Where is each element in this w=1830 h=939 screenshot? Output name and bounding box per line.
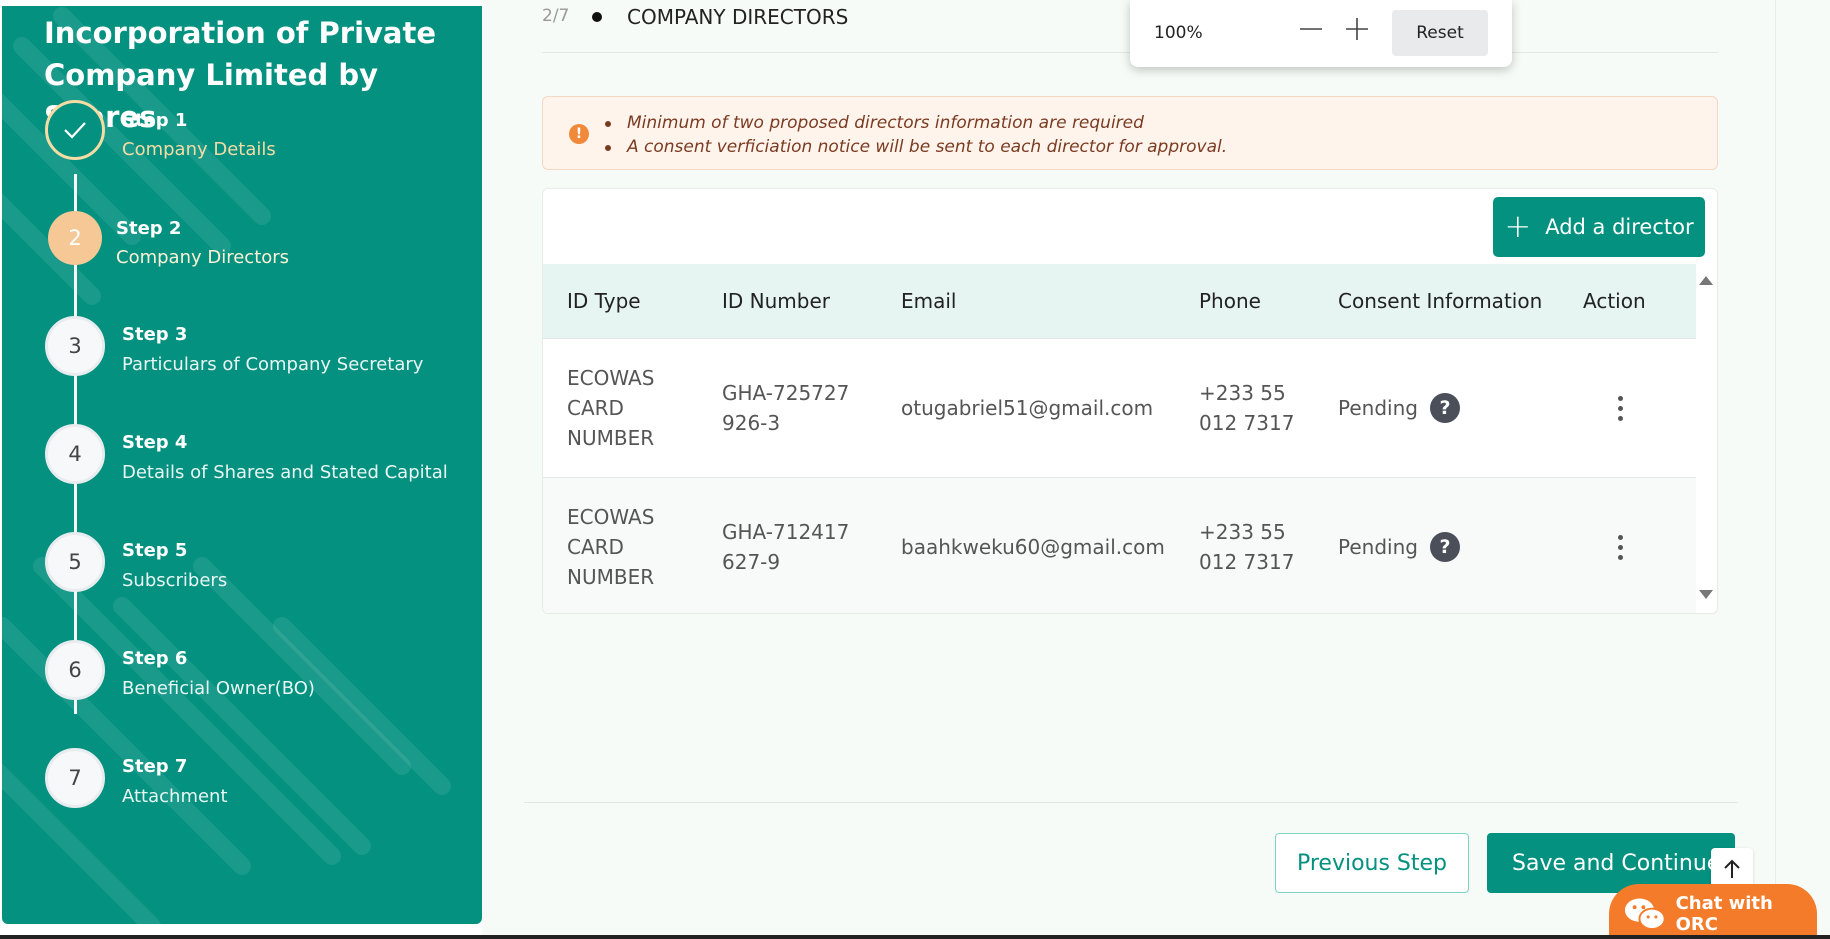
- directors-table: ID Type ID Number Email Phone Consent In…: [543, 264, 1696, 613]
- bullet-icon: [592, 12, 602, 22]
- step-name: Company Directors: [116, 247, 290, 268]
- step-5[interactable]: 5 Step 5 Subscribers: [2, 532, 482, 602]
- add-director-button[interactable]: + Add a director: [1493, 197, 1705, 257]
- column-header-email: Email: [901, 289, 957, 313]
- step-4[interactable]: 4 Step 4 Details of Shares and Stated Ca…: [2, 424, 482, 494]
- step-name: Beneficial Owner(BO): [122, 678, 315, 699]
- notice-list: Minimum of two proposed directors inform…: [604, 111, 1228, 159]
- step-label: Step 1: [122, 110, 188, 131]
- step-progress: 2/7: [542, 6, 570, 26]
- more-vertical-icon[interactable]: [1605, 395, 1635, 421]
- id-type-cell: ECOWAS CARD NUMBER: [567, 505, 655, 589]
- consent-cell: Pending ?: [1338, 393, 1583, 423]
- chat-label: Chat with ORC: [1675, 893, 1773, 935]
- arrow-up-icon: [1724, 859, 1740, 878]
- step-6[interactable]: 6 Step 6 Beneficial Owner(BO): [2, 640, 482, 710]
- step-number-indicator: 4: [45, 424, 105, 484]
- column-header-id-type: ID Type: [567, 289, 641, 313]
- previous-step-button[interactable]: Previous Step: [1275, 833, 1469, 893]
- step-label: Step 6: [122, 648, 188, 669]
- main-content: 2/7 COMPANY DIRECTORS ! Minimum of two p…: [482, 0, 1776, 939]
- id-type-cell: ECOWAS CARD NUMBER: [567, 366, 655, 450]
- page-gutter: [1776, 0, 1830, 939]
- step-label: Step 7: [122, 756, 188, 777]
- divider: [524, 802, 1738, 803]
- step-name: Attachment: [122, 786, 228, 807]
- table-row: ECOWAS CARD NUMBER GHA-725727926-3 otuga…: [543, 338, 1696, 477]
- action-cell: [1583, 534, 1683, 560]
- section-title: COMPANY DIRECTORS: [627, 5, 849, 29]
- notice-item: A consent verficiation notice will be se…: [604, 137, 1228, 157]
- step-label: Step 5: [122, 540, 188, 561]
- action-cell: [1583, 395, 1683, 421]
- step-name: Company Details: [122, 139, 276, 160]
- zoom-popup: 100% Reset: [1130, 0, 1512, 67]
- table-row: ECOWAS CARD NUMBER GHA-712417627-9 baahk…: [543, 477, 1696, 613]
- notice-item: Minimum of two proposed directors inform…: [604, 111, 1227, 135]
- step-7[interactable]: 7 Step 7 Attachment: [2, 748, 482, 818]
- table-header: ID Type ID Number Email Phone Consent In…: [543, 264, 1696, 338]
- step-number-indicator: 2: [48, 211, 102, 265]
- step-number-indicator: 3: [45, 316, 105, 376]
- wechat-icon: [1624, 898, 1666, 930]
- consent-status: Pending: [1338, 396, 1418, 420]
- step-number-indicator: 7: [45, 748, 105, 808]
- exclamation-icon: !: [569, 124, 589, 144]
- step-name: Subscribers: [122, 570, 228, 591]
- phone-cell: +233 55 012 7317: [1199, 381, 1295, 435]
- email-cell: baahkweku60@gmail.com: [901, 535, 1165, 559]
- step-1[interactable]: Step 1 Company Details: [2, 100, 482, 170]
- id-number-cell: GHA-725727926-3: [722, 381, 850, 435]
- consent-cell: Pending ?: [1338, 532, 1583, 562]
- step-label: Step 3: [122, 324, 188, 345]
- more-vertical-icon[interactable]: [1605, 534, 1635, 560]
- checkmark-icon: [64, 122, 86, 139]
- step-2[interactable]: 2 Step 2 Company Directors: [2, 208, 482, 278]
- step-name: Particulars of Company Secretary: [122, 354, 424, 375]
- id-number-cell: GHA-712417627-9: [722, 520, 850, 574]
- stepper: Step 1 Company Details 2 Step 2 Company …: [2, 6, 482, 924]
- step-3[interactable]: 3 Step 3 Particulars of Company Secretar…: [2, 316, 482, 386]
- minus-icon: [1300, 28, 1322, 30]
- stepper-sidebar: Incorporation of Private Company Limited…: [2, 6, 482, 924]
- email-cell: otugabriel51@gmail.com: [901, 396, 1154, 420]
- column-header-id-number: ID Number: [722, 289, 830, 313]
- zoom-reset-button[interactable]: Reset: [1392, 10, 1488, 56]
- step-number-indicator: 5: [45, 532, 105, 592]
- window-bottom-edge: [0, 935, 1830, 939]
- chat-widget-button[interactable]: Chat with ORC: [1609, 884, 1817, 939]
- question-icon[interactable]: ?: [1429, 393, 1460, 423]
- requirements-notice: ! Minimum of two proposed directors info…: [542, 96, 1718, 170]
- zoom-level: 100%: [1154, 23, 1203, 43]
- step-number-indicator: 6: [45, 640, 105, 700]
- zoom-out-button[interactable]: [1296, 14, 1326, 44]
- step-name: Details of Shares and Stated Capital: [122, 462, 448, 483]
- scroll-up-arrow-icon[interactable]: [1699, 276, 1713, 285]
- add-director-label: Add a director: [1545, 215, 1694, 239]
- step-label: Step 4: [122, 432, 188, 453]
- step-complete-indicator: [45, 100, 105, 160]
- scroll-down-arrow-icon[interactable]: [1699, 590, 1713, 599]
- column-header-consent: Consent Information: [1338, 289, 1543, 313]
- plus-icon: +: [1504, 206, 1532, 245]
- plus-icon: [1346, 18, 1368, 40]
- column-header-phone: Phone: [1199, 289, 1261, 313]
- step-label: Step 2: [116, 218, 182, 239]
- consent-status: Pending: [1338, 535, 1418, 559]
- column-header-action: Action: [1583, 289, 1646, 313]
- zoom-in-button[interactable]: [1342, 14, 1372, 44]
- question-icon[interactable]: ?: [1429, 532, 1460, 562]
- phone-cell: +233 55 012 7317: [1199, 520, 1295, 574]
- directors-table-card: + Add a director ID Type ID Number Email…: [542, 188, 1718, 614]
